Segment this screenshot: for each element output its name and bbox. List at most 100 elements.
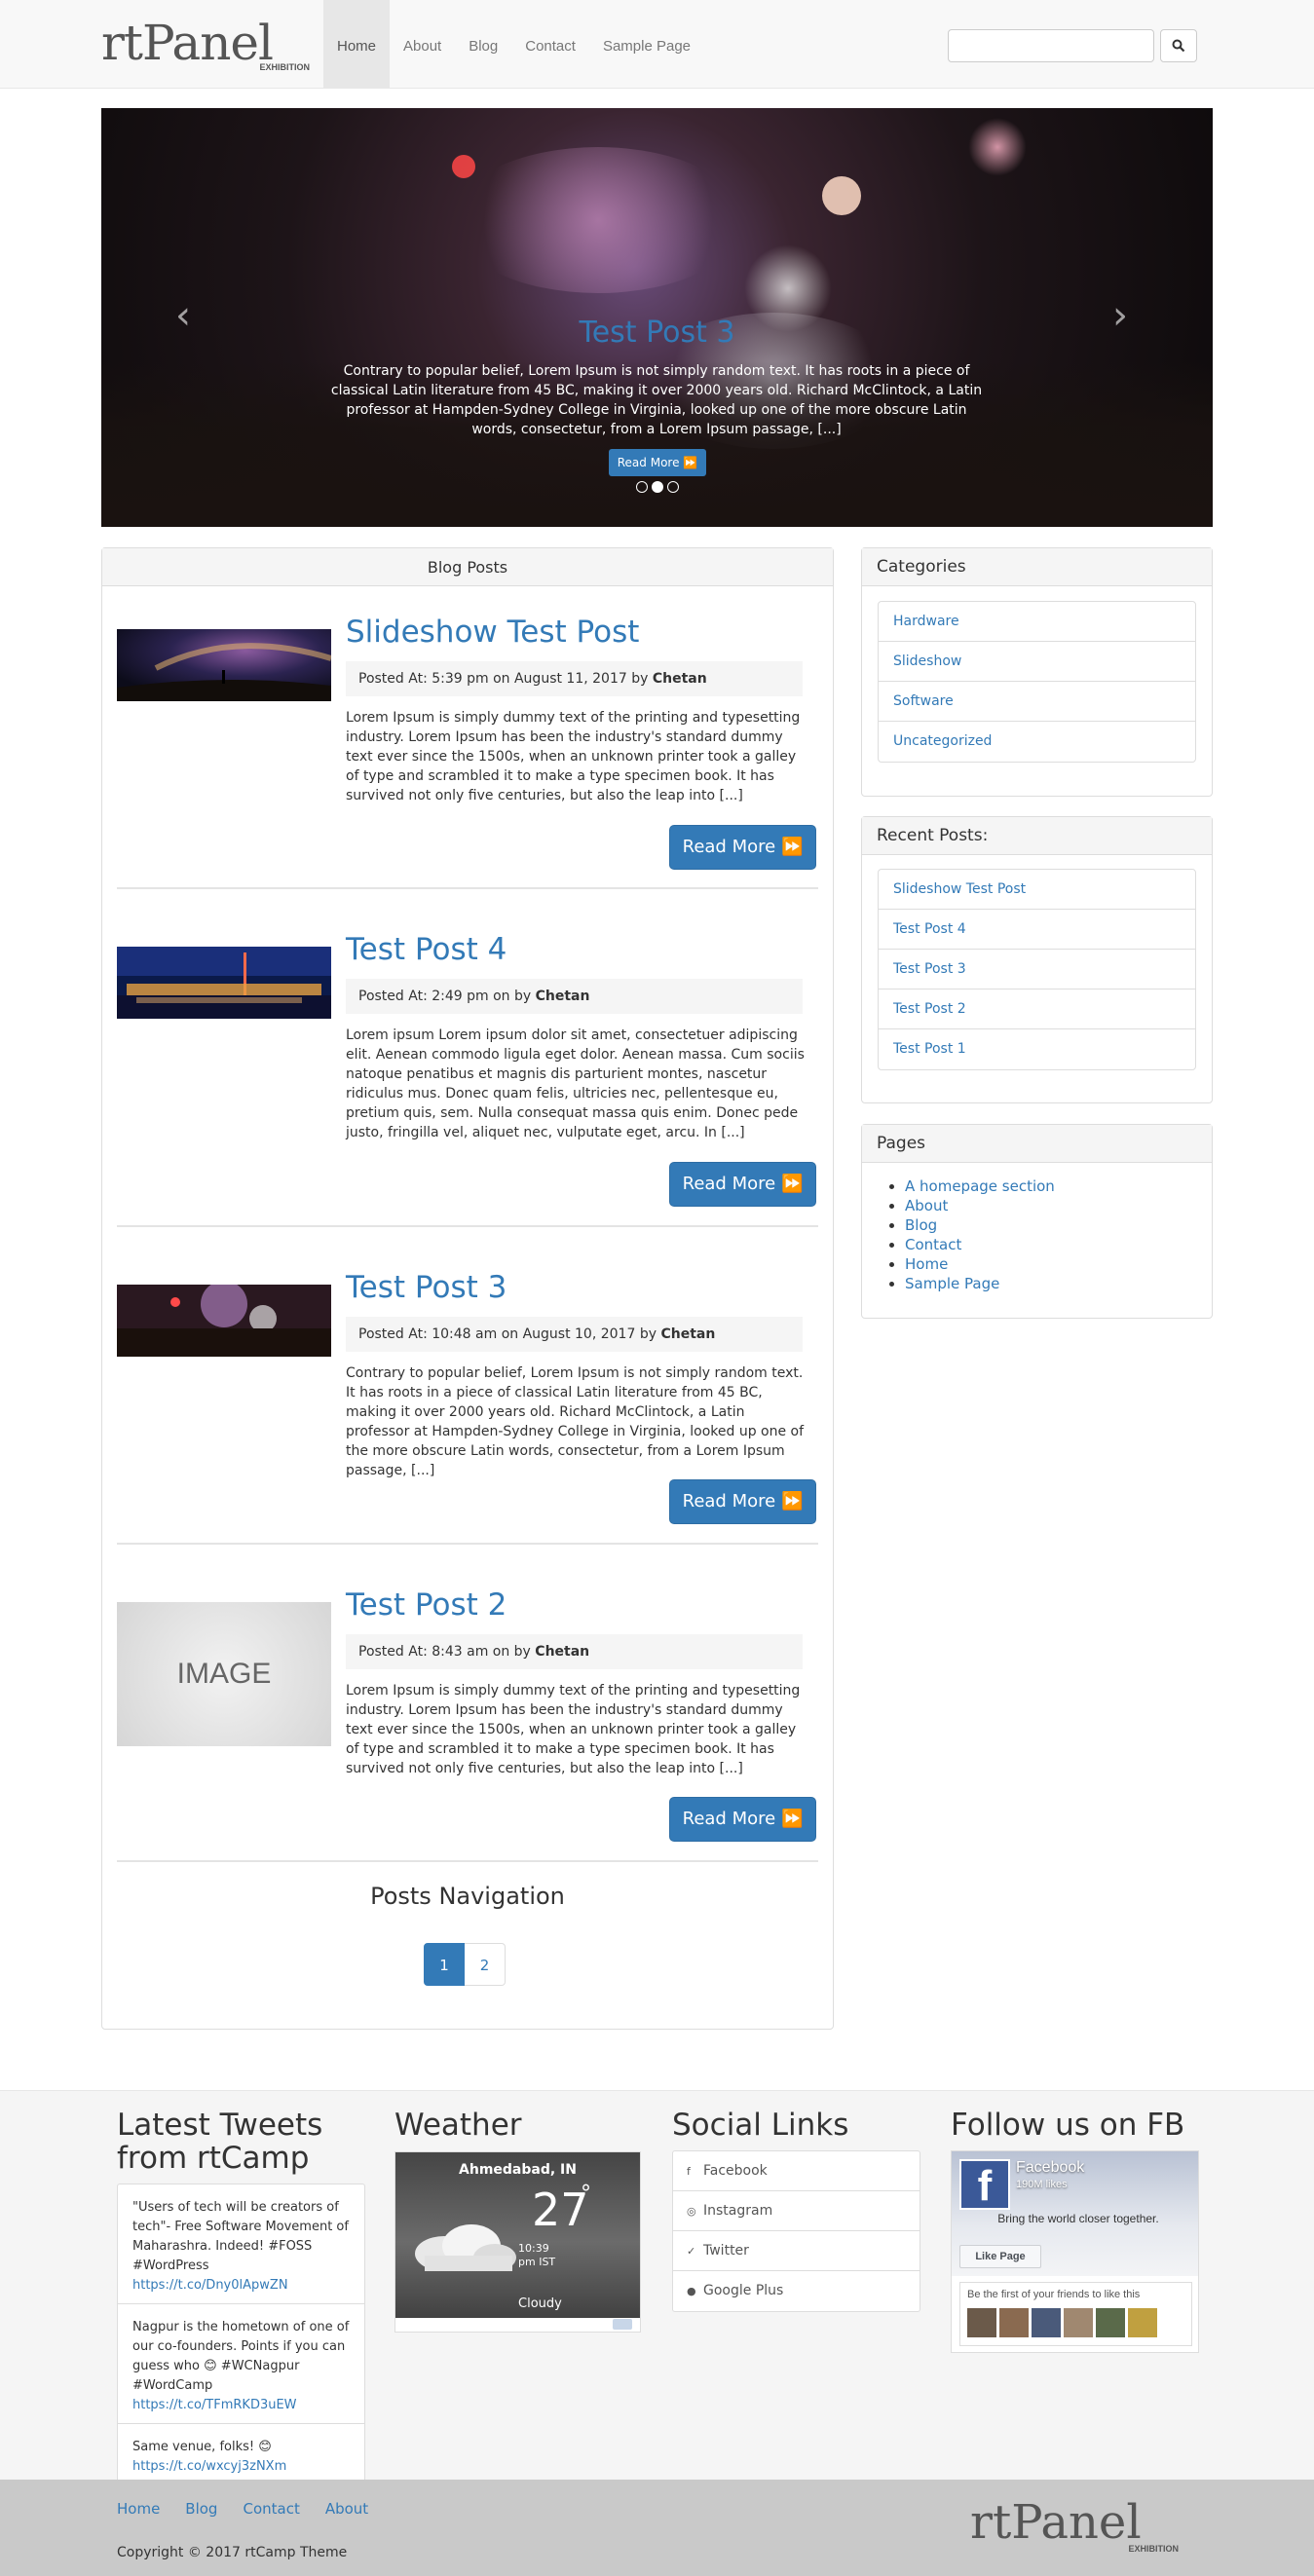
recent-post-link[interactable]: Test Post 2	[879, 989, 1195, 1029]
post-title[interactable]: Test Post 3	[346, 1270, 507, 1305]
page-link[interactable]: Home	[905, 1255, 948, 1273]
social-link-label: Twitter	[703, 2243, 749, 2259]
post-author[interactable]: Chetan	[536, 989, 590, 1004]
footer-nav-blog[interactable]: Blog	[185, 2500, 217, 2518]
social-link-twitter[interactable]: ✓ Twitter	[673, 2231, 920, 2271]
social-link-label: Instagram	[703, 2203, 773, 2219]
post-author[interactable]: Chetan	[653, 671, 707, 687]
nav-home[interactable]: Home	[323, 0, 391, 88]
category-link[interactable]: Slideshow	[879, 642, 1195, 682]
recent-post-link[interactable]: Test Post 1	[879, 1029, 1195, 1069]
page-link[interactable]: Blog	[905, 1216, 937, 1234]
double-arrow-icon: ⏩	[780, 1809, 804, 1829]
logo-subtext: EXHIBITION	[259, 62, 310, 72]
hero-title[interactable]: Test Post 3	[101, 316, 1213, 350]
footer-nav-contact[interactable]: Contact	[243, 2500, 299, 2518]
facebook-friends-box: Be the first of your friends to like thi…	[959, 2282, 1192, 2346]
cloud-icon	[415, 2224, 516, 2271]
site-footer: Home Blog Contact About Copyright © 2017…	[0, 2480, 1314, 2576]
read-more-button[interactable]: Read More ⏩	[669, 1797, 816, 1842]
tweet-item: Same venue, folks! 😊 https://t.co/wxcyj3…	[118, 2424, 364, 2484]
avatar[interactable]	[1128, 2308, 1157, 2337]
facebook-page-name[interactable]: Facebook	[1016, 2159, 1084, 2177]
post-thumbnail-starry-sky[interactable]	[117, 629, 331, 701]
tweet-link[interactable]: https://t.co/wxcyj3zNXm	[132, 2457, 350, 2477]
top-navbar: rtPanel EXHIBITION Home About Blog Conta…	[0, 0, 1314, 89]
recent-post-link[interactable]: Test Post 4	[879, 910, 1195, 950]
facebook-likes: 190M likes	[1016, 2179, 1068, 2190]
avatar[interactable]	[1064, 2308, 1093, 2337]
social-links-heading: Social Links	[672, 2108, 849, 2143]
carousel-dot[interactable]	[636, 481, 648, 493]
read-more-label: Read More	[682, 1491, 776, 1512]
recent-post-link[interactable]: Test Post 3	[879, 950, 1195, 989]
category-link[interactable]: Uncategorized	[879, 722, 1195, 762]
avatar[interactable]	[1096, 2308, 1125, 2337]
footer-nav: Home Blog Contact About	[117, 2500, 394, 2518]
post-author[interactable]: Chetan	[535, 1644, 589, 1660]
facebook-friend-avatars	[967, 2308, 1157, 2337]
tweet-link[interactable]: https://t.co/TFmRKD3uEW	[132, 2396, 350, 2415]
avatar[interactable]	[1032, 2308, 1061, 2337]
search-button[interactable]	[1160, 29, 1197, 62]
nav-sample-page[interactable]: Sample Page	[589, 0, 704, 88]
post-author[interactable]: Chetan	[660, 1326, 715, 1342]
tweets-list: "Users of tech will be creators of tech"…	[117, 2184, 365, 2485]
weather-widget[interactable]: Ahmedabad, IN 27 ° 10:39 pm IST Cloudy	[394, 2151, 641, 2333]
post-thumbnail-city-skyline[interactable]	[117, 947, 331, 1019]
avatar[interactable]	[967, 2308, 996, 2337]
search-input[interactable]	[948, 29, 1154, 62]
pages-widget: Pages A homepage section About Blog Cont…	[861, 1124, 1213, 1319]
carousel-dot-active[interactable]	[652, 481, 663, 493]
read-more-button[interactable]: Read More ⏩	[669, 1162, 816, 1207]
page-link[interactable]: Sample Page	[905, 1275, 999, 1292]
social-link-google-plus[interactable]: ● Google Plus	[673, 2271, 920, 2311]
double-arrow-icon: ⏩	[683, 456, 698, 469]
social-link-label: Google Plus	[703, 2283, 784, 2298]
nav-about[interactable]: About	[390, 0, 455, 88]
carousel-dot[interactable]	[667, 481, 679, 493]
post-title[interactable]: Test Post 2	[346, 1587, 507, 1623]
post-meta-date: Posted At: 8:43 am on by	[358, 1644, 536, 1660]
weather-footer-bar	[395, 2318, 640, 2332]
post-title[interactable]: Slideshow Test Post	[346, 615, 639, 650]
tweets-heading: Latest Tweets from rtCamp	[117, 2108, 323, 2176]
nav-contact[interactable]: Contact	[511, 0, 589, 88]
read-more-button[interactable]: Read More ⏩	[669, 1479, 816, 1524]
weather-condition: Cloudy	[518, 2296, 562, 2311]
page-link-2[interactable]: 2	[465, 1943, 506, 1986]
post-thumbnail-placeholder[interactable]: IMAGE	[117, 1602, 331, 1746]
footer-logo[interactable]: rtPanel EXHIBITION	[970, 2495, 1179, 2557]
pages-list-item: Contact	[905, 1235, 1055, 1254]
weather-provider-icon[interactable]	[613, 2319, 632, 2330]
page-link[interactable]: About	[905, 1197, 948, 1214]
footer-nav-about[interactable]: About	[325, 2500, 368, 2518]
category-link[interactable]: Hardware	[879, 602, 1195, 642]
tweet-link[interactable]: https://t.co/Dny0lApwZN	[132, 2276, 350, 2296]
read-more-button[interactable]: Read More ⏩	[669, 825, 816, 870]
post-excerpt: Lorem ipsum Lorem ipsum dolor sit amet, …	[346, 1027, 805, 1140]
post-thumbnail-concert[interactable]	[117, 1285, 331, 1357]
nav-blog[interactable]: Blog	[455, 0, 511, 88]
weather-heading: Weather	[394, 2108, 522, 2143]
twitter-icon: ✓	[687, 2245, 696, 2258]
facebook-logo-icon[interactable]: f	[959, 2159, 1010, 2210]
recent-post-link[interactable]: Slideshow Test Post	[879, 870, 1195, 910]
page-link[interactable]: Contact	[905, 1236, 961, 1253]
page-link-1[interactable]: 1	[424, 1943, 465, 1986]
hero-read-more-button[interactable]: Read More ⏩	[609, 449, 706, 476]
avatar[interactable]	[999, 2308, 1029, 2337]
page-link[interactable]: A homepage section	[905, 1177, 1055, 1195]
facebook-like-page-button[interactable]: Like Page	[959, 2245, 1041, 2268]
facebook-like-label: Like Page	[975, 2251, 1026, 2262]
post-meta-date: Posted At: 10:48 am on August 10, 2017 b…	[358, 1326, 661, 1342]
social-link-facebook[interactable]: f Facebook	[673, 2151, 920, 2191]
hero-carousel: ‹ › Test Post 3 Contrary to popular beli…	[101, 108, 1213, 527]
post-separator	[117, 1543, 818, 1545]
post-title[interactable]: Test Post 4	[346, 932, 507, 967]
post-separator	[117, 1860, 818, 1862]
social-link-instagram[interactable]: ◎ Instagram	[673, 2191, 920, 2231]
site-logo[interactable]: rtPanel EXHIBITION	[101, 14, 310, 76]
footer-nav-home[interactable]: Home	[117, 2500, 160, 2518]
category-link[interactable]: Software	[879, 682, 1195, 722]
